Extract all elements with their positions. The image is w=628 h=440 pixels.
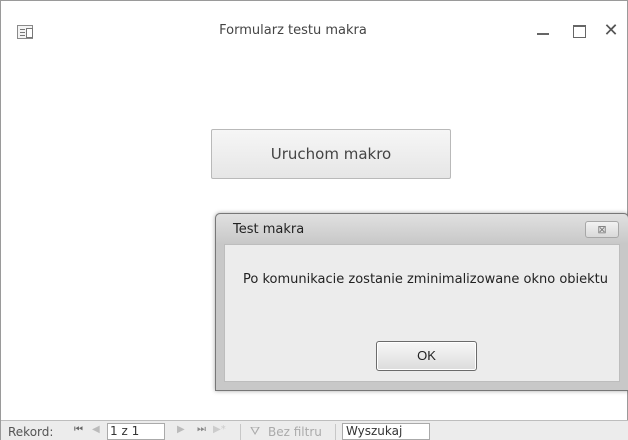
run-macro-button[interactable]: Uruchom makro	[211, 129, 451, 179]
filter-icon[interactable]: ⛛	[250, 424, 263, 438]
form-window: Formularz testu makra ✕ Uruchom makro Te…	[0, 0, 628, 440]
new-record-icon[interactable]: ▶*	[213, 424, 226, 435]
toolbar-divider	[335, 424, 336, 440]
previous-record-icon[interactable]: ◀	[92, 424, 100, 435]
dialog-title-bar: Test makra ⊠	[216, 214, 628, 244]
filter-label[interactable]: Bez filtru	[268, 425, 322, 439]
dialog-body: Po komunikacie zostanie zminimalizowane …	[224, 244, 620, 382]
maximize-button[interactable]	[567, 19, 591, 43]
record-position-field[interactable]: 1 z 1	[107, 423, 165, 440]
close-button[interactable]: ✕	[599, 19, 623, 43]
dialog-close-icon[interactable]: ⊠	[585, 221, 619, 238]
message-dialog: Test makra ⊠ Po komunikacie zostanie zmi…	[215, 213, 628, 391]
toolbar-divider	[240, 424, 241, 440]
ok-button[interactable]: OK	[376, 341, 477, 371]
dialog-title: Test makra	[233, 222, 305, 237]
first-record-icon[interactable]: ⏮	[74, 424, 83, 435]
window-title: Formularz testu makra	[219, 23, 367, 38]
search-input[interactable]: Wyszukaj	[342, 423, 430, 440]
next-record-icon[interactable]: ▶	[177, 424, 185, 435]
record-label: Rekord:	[8, 425, 54, 439]
title-bar: Formularz testu makra ✕	[1, 1, 627, 65]
record-navigation-bar: Rekord: ⏮ ◀ 1 z 1 ▶ ⏭ ▶* ⛛ Bez filtru Wy…	[1, 420, 628, 440]
last-record-icon[interactable]: ⏭	[197, 424, 206, 435]
minimize-button[interactable]	[531, 19, 555, 43]
dialog-message: Po komunikacie zostanie zminimalizowane …	[243, 272, 609, 287]
